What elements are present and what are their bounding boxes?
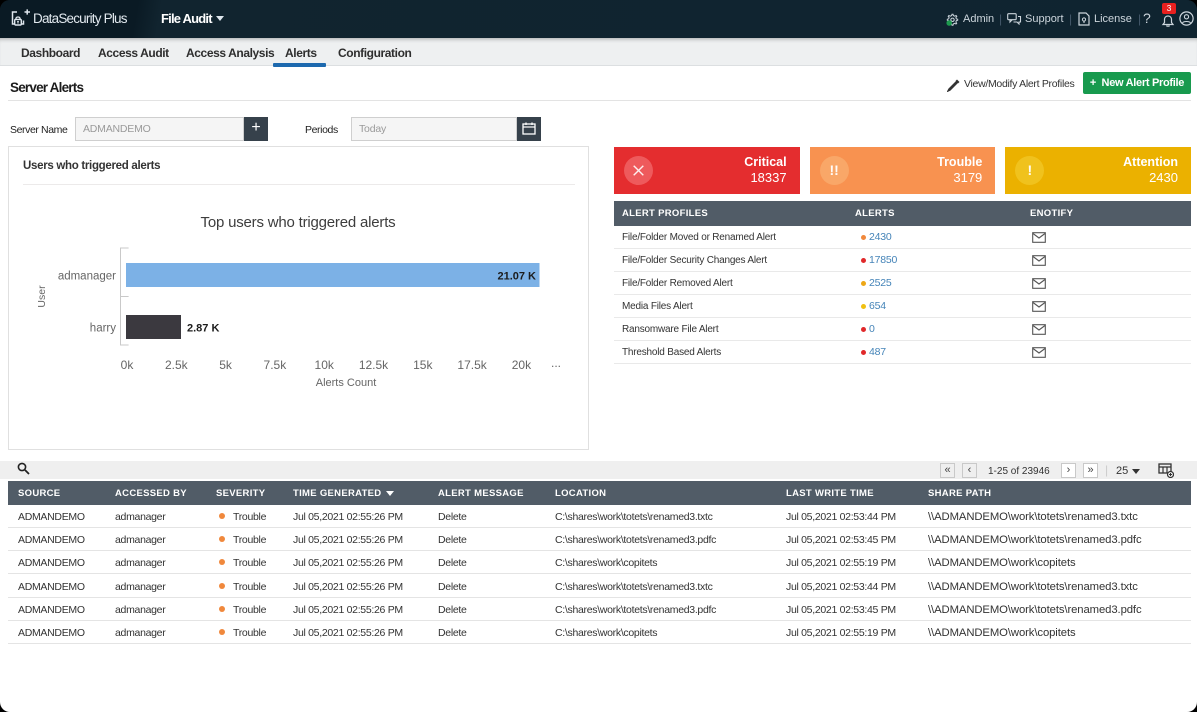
svg-text:User: User <box>36 285 48 308</box>
svg-text:2.87 K: 2.87 K <box>187 323 219 335</box>
svg-text:0k: 0k <box>121 358 135 372</box>
svg-text:17.5k: 17.5k <box>457 358 487 372</box>
svg-text:12.5k: 12.5k <box>359 358 389 372</box>
svg-text:15k: 15k <box>413 358 433 372</box>
svg-text:admanager: admanager <box>58 271 116 283</box>
svg-text:Top users who triggered alerts: Top users who triggered alerts <box>201 214 396 231</box>
svg-text:5k: 5k <box>219 358 233 372</box>
svg-text:7.5k: 7.5k <box>264 358 288 372</box>
svg-text:20k: 20k <box>512 358 532 372</box>
svg-text:21.07 K: 21.07 K <box>497 271 536 283</box>
svg-text:harry: harry <box>90 323 116 335</box>
svg-text:Alerts Count: Alerts Count <box>316 377 377 389</box>
svg-text:2.5k: 2.5k <box>165 358 189 372</box>
svg-text:10k: 10k <box>315 358 335 372</box>
svg-text:...: ... <box>551 356 561 370</box>
